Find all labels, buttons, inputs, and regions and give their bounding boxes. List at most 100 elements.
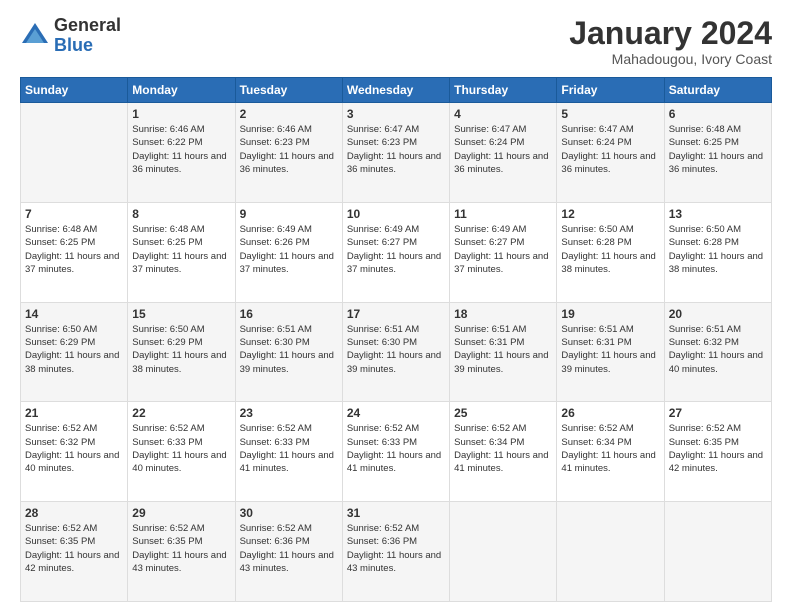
- daylight-line: Daylight: 11 hours and 37 minutes.: [347, 250, 445, 277]
- sunrise-line: Sunrise: 6:49 AM: [454, 223, 552, 236]
- logo-text: General Blue: [54, 16, 121, 56]
- sunset-line: Sunset: 6:32 PM: [669, 336, 767, 349]
- sunset-line: Sunset: 6:23 PM: [347, 136, 445, 149]
- sunrise-line: Sunrise: 6:52 AM: [669, 422, 767, 435]
- logo-icon: [20, 21, 50, 51]
- day-number: 1: [132, 107, 230, 121]
- col-friday: Friday: [557, 78, 664, 103]
- main-title: January 2024: [569, 16, 772, 51]
- sunrise-line: Sunrise: 6:51 AM: [561, 323, 659, 336]
- sunset-line: Sunset: 6:32 PM: [25, 436, 123, 449]
- calendar-cell-w3-d2: 23Sunrise: 6:52 AMSunset: 6:33 PMDayligh…: [235, 402, 342, 502]
- calendar-cell-w3-d4: 25Sunrise: 6:52 AMSunset: 6:34 PMDayligh…: [450, 402, 557, 502]
- calendar-cell-w1-d6: 13Sunrise: 6:50 AMSunset: 6:28 PMDayligh…: [664, 202, 771, 302]
- page: General Blue January 2024 Mahadougou, Iv…: [0, 0, 792, 612]
- sunrise-line: Sunrise: 6:52 AM: [240, 522, 338, 535]
- sunset-line: Sunset: 6:31 PM: [454, 336, 552, 349]
- day-number: 4: [454, 107, 552, 121]
- day-number: 10: [347, 207, 445, 221]
- sunrise-line: Sunrise: 6:52 AM: [347, 522, 445, 535]
- sunrise-line: Sunrise: 6:50 AM: [132, 323, 230, 336]
- sunset-line: Sunset: 6:25 PM: [132, 236, 230, 249]
- sunrise-line: Sunrise: 6:48 AM: [669, 123, 767, 136]
- sunrise-line: Sunrise: 6:48 AM: [25, 223, 123, 236]
- sunrise-line: Sunrise: 6:52 AM: [132, 422, 230, 435]
- daylight-line: Daylight: 11 hours and 40 minutes.: [132, 449, 230, 476]
- calendar-cell-w3-d0: 21Sunrise: 6:52 AMSunset: 6:32 PMDayligh…: [21, 402, 128, 502]
- sunset-line: Sunset: 6:34 PM: [454, 436, 552, 449]
- daylight-line: Daylight: 11 hours and 38 minutes.: [669, 250, 767, 277]
- day-number: 6: [669, 107, 767, 121]
- day-number: 18: [454, 307, 552, 321]
- sunrise-line: Sunrise: 6:47 AM: [347, 123, 445, 136]
- calendar-cell-w3-d1: 22 Sunrise: 6:52 AMSunset: 6:33 PMDayligh…: [128, 402, 235, 502]
- calendar-cell-w0-d0: [21, 103, 128, 203]
- daylight-line: Daylight: 11 hours and 41 minutes.: [347, 449, 445, 476]
- logo: General Blue: [20, 16, 121, 56]
- calendar-cell-w2-d3: 17Sunrise: 6:51 AMSunset: 6:30 PMDayligh…: [342, 302, 449, 402]
- daylight-line: Daylight: 11 hours and 43 minutes.: [132, 549, 230, 576]
- sunrise-line: Sunrise: 6:52 AM: [561, 422, 659, 435]
- calendar-cell-w4-d6: [664, 502, 771, 602]
- calendar-cell-w3-d6: 27Sunrise: 6:52 AMSunset: 6:35 PMDayligh…: [664, 402, 771, 502]
- col-tuesday: Tuesday: [235, 78, 342, 103]
- day-number: 22: [132, 406, 230, 420]
- day-number: 14: [25, 307, 123, 321]
- day-number: 9: [240, 207, 338, 221]
- sunset-line: Sunset: 6:33 PM: [347, 436, 445, 449]
- day-number: 24: [347, 406, 445, 420]
- calendar-cell-w2-d2: 16Sunrise: 6:51 AMSunset: 6:30 PMDayligh…: [235, 302, 342, 402]
- daylight-line: Daylight: 11 hours and 36 minutes.: [240, 150, 338, 177]
- sunset-line: Sunset: 6:24 PM: [561, 136, 659, 149]
- sunset-line: Sunset: 6:33 PM: [240, 436, 338, 449]
- sunset-line: Sunset: 6:30 PM: [347, 336, 445, 349]
- day-number: 11: [454, 207, 552, 221]
- calendar-cell-w4-d4: [450, 502, 557, 602]
- day-number: 27: [669, 406, 767, 420]
- calendar-cell-w2-d1: 15Sunrise: 6:50 AMSunset: 6:29 PMDayligh…: [128, 302, 235, 402]
- day-number: 3: [347, 107, 445, 121]
- calendar-cell-w3-d5: 26Sunrise: 6:52 AMSunset: 6:34 PMDayligh…: [557, 402, 664, 502]
- sunset-line: Sunset: 6:28 PM: [561, 236, 659, 249]
- sunrise-line: Sunrise: 6:52 AM: [25, 522, 123, 535]
- sunset-line: Sunset: 6:35 PM: [669, 436, 767, 449]
- daylight-line: Daylight: 11 hours and 37 minutes.: [132, 250, 230, 277]
- calendar-week-0: 1Sunrise: 6:46 AMSunset: 6:22 PMDaylight…: [21, 103, 772, 203]
- calendar-week-4: 28Sunrise: 6:52 AMSunset: 6:35 PMDayligh…: [21, 502, 772, 602]
- calendar-cell-w4-d0: 28Sunrise: 6:52 AMSunset: 6:35 PMDayligh…: [21, 502, 128, 602]
- daylight-line: Daylight: 11 hours and 40 minutes.: [669, 349, 767, 376]
- daylight-line: Daylight: 11 hours and 39 minutes.: [347, 349, 445, 376]
- day-number: 2: [240, 107, 338, 121]
- sunset-line: Sunset: 6:25 PM: [669, 136, 767, 149]
- calendar-cell-w1-d4: 11Sunrise: 6:49 AMSunset: 6:27 PMDayligh…: [450, 202, 557, 302]
- day-number: 29: [132, 506, 230, 520]
- calendar-cell-w1-d5: 12Sunrise: 6:50 AMSunset: 6:28 PMDayligh…: [557, 202, 664, 302]
- daylight-line: Daylight: 11 hours and 39 minutes.: [454, 349, 552, 376]
- daylight-line: Daylight: 11 hours and 41 minutes.: [561, 449, 659, 476]
- daylight-line: Daylight: 11 hours and 38 minutes.: [25, 349, 123, 376]
- sunrise-line: Sunrise: 6:52 AM: [347, 422, 445, 435]
- calendar-cell-w2-d0: 14Sunrise: 6:50 AMSunset: 6:29 PMDayligh…: [21, 302, 128, 402]
- sunrise-line: Sunrise: 6:52 AM: [132, 522, 230, 535]
- daylight-line: Daylight: 11 hours and 36 minutes.: [561, 150, 659, 177]
- calendar-cell-w1-d0: 7Sunrise: 6:48 AMSunset: 6:25 PMDaylight…: [21, 202, 128, 302]
- sunrise-line: Sunrise: 6:46 AM: [240, 123, 338, 136]
- daylight-line: Daylight: 11 hours and 36 minutes.: [132, 150, 230, 177]
- sunrise-line: Sunrise: 6:47 AM: [454, 123, 552, 136]
- sunset-line: Sunset: 6:28 PM: [669, 236, 767, 249]
- calendar-cell-w0-d4: 4Sunrise: 6:47 AMSunset: 6:24 PMDaylight…: [450, 103, 557, 203]
- calendar-cell-w0-d5: 5Sunrise: 6:47 AMSunset: 6:24 PMDaylight…: [557, 103, 664, 203]
- daylight-line: Daylight: 11 hours and 38 minutes.: [132, 349, 230, 376]
- header: General Blue January 2024 Mahadougou, Iv…: [20, 16, 772, 67]
- subtitle: Mahadougou, Ivory Coast: [569, 51, 772, 67]
- daylight-line: Daylight: 11 hours and 43 minutes.: [347, 549, 445, 576]
- day-number: 16: [240, 307, 338, 321]
- sunrise-line: Sunrise: 6:46 AM: [132, 123, 230, 136]
- sunset-line: Sunset: 6:33 PM: [132, 436, 230, 449]
- col-saturday: Saturday: [664, 78, 771, 103]
- day-number: 23: [240, 406, 338, 420]
- day-number: 15: [132, 307, 230, 321]
- sunset-line: Sunset: 6:22 PM: [132, 136, 230, 149]
- sunrise-line: Sunrise: 6:51 AM: [240, 323, 338, 336]
- daylight-line: Daylight: 11 hours and 41 minutes.: [454, 449, 552, 476]
